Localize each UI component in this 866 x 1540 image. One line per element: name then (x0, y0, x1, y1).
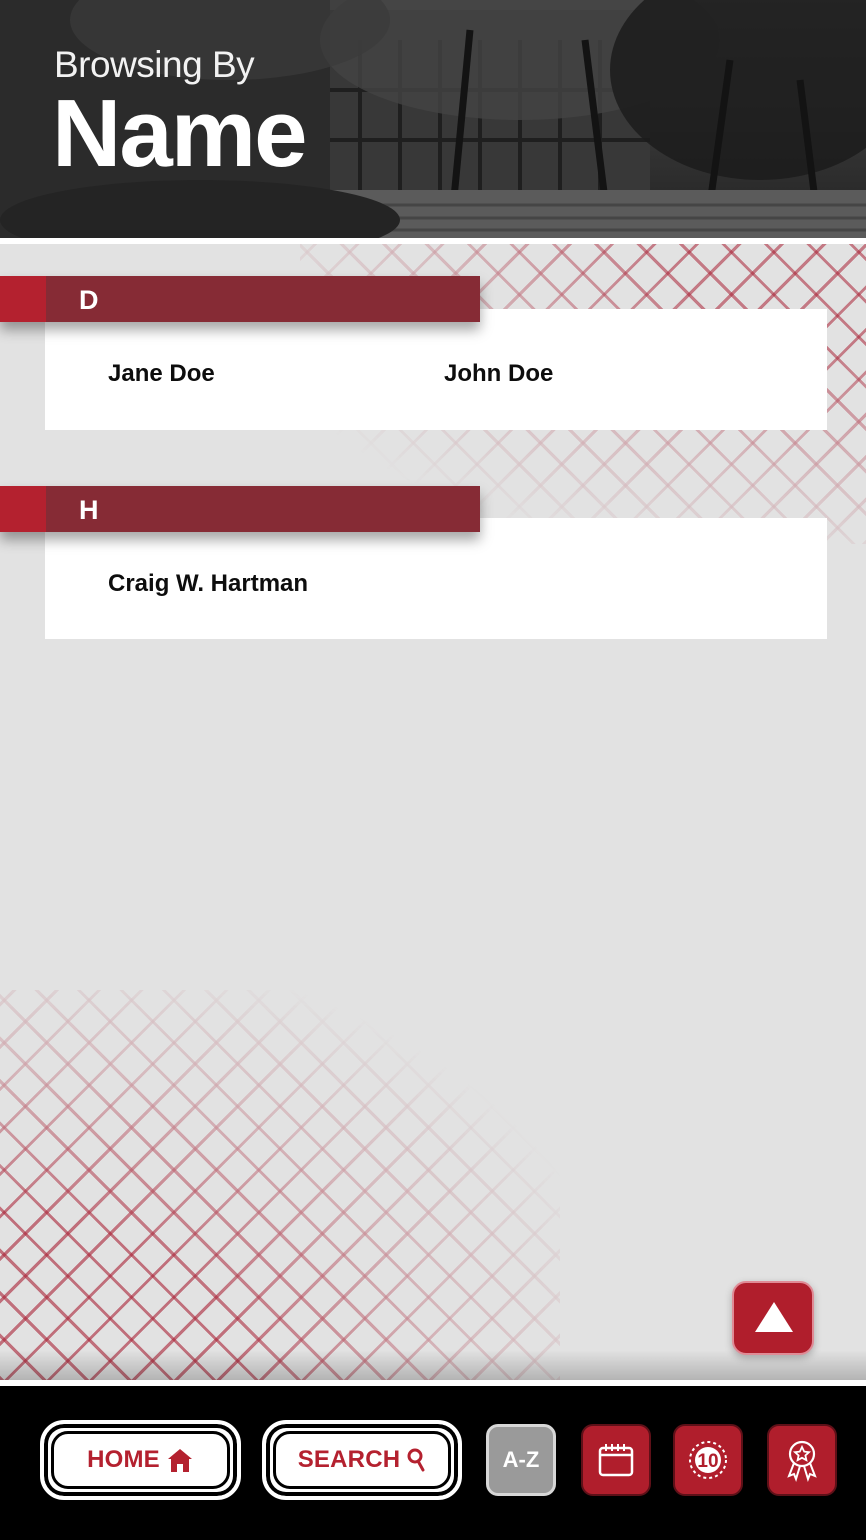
letter-label: D (79, 285, 99, 315)
letter-header-d: D (0, 276, 480, 322)
name-link-john-doe[interactable]: John Doe (444, 360, 553, 388)
page-title: Name (52, 80, 307, 187)
page-header: Browsing By Name (0, 0, 866, 240)
search-icon (407, 1448, 425, 1472)
calendar-button[interactable] (581, 1424, 651, 1496)
a-z-button[interactable]: A-Z (486, 1424, 556, 1496)
home-button[interactable]: HOME (40, 1420, 241, 1500)
name-link-jane-doe[interactable]: Jane Doe (108, 360, 215, 388)
name-link-craig-w-hartman[interactable]: Craig W. Hartman (108, 570, 308, 598)
letter-accent (0, 486, 46, 532)
letter-accent (0, 276, 46, 322)
names-card: Jane Doe John Doe (45, 309, 827, 430)
letter-header-h: H (0, 486, 480, 532)
badge-10-icon: 10 (689, 1441, 727, 1479)
calendar-icon (598, 1444, 634, 1477)
home-button-inner: HOME (51, 1431, 230, 1489)
letter-label: H (79, 495, 99, 525)
search-button[interactable]: SEARCH (262, 1420, 462, 1500)
triangle-up-icon (755, 1302, 793, 1332)
bottom-shade (0, 1350, 866, 1382)
home-label: HOME (87, 1446, 160, 1473)
section-h: Craig W. Hartman H (0, 486, 866, 641)
search-label: SEARCH (297, 1446, 401, 1473)
header-divider (0, 238, 866, 244)
lattice-decoration-bottom (0, 990, 560, 1380)
award-button[interactable] (767, 1424, 837, 1496)
top-ten-button[interactable]: 10 (673, 1424, 743, 1496)
search-button-inner: SEARCH (273, 1431, 451, 1489)
badge-10-label: 10 (697, 1451, 718, 1472)
award-ribbon-icon (787, 1440, 817, 1482)
scroll-to-top-button[interactable] (732, 1281, 814, 1355)
bottom-nav: HOME SEARCH A-Z 10 (0, 1386, 866, 1540)
section-d: Jane Doe John Doe D (0, 276, 866, 431)
names-card: Craig W. Hartman (45, 518, 827, 639)
a-z-label: A-Z (502, 1447, 540, 1472)
home-icon (167, 1449, 192, 1472)
